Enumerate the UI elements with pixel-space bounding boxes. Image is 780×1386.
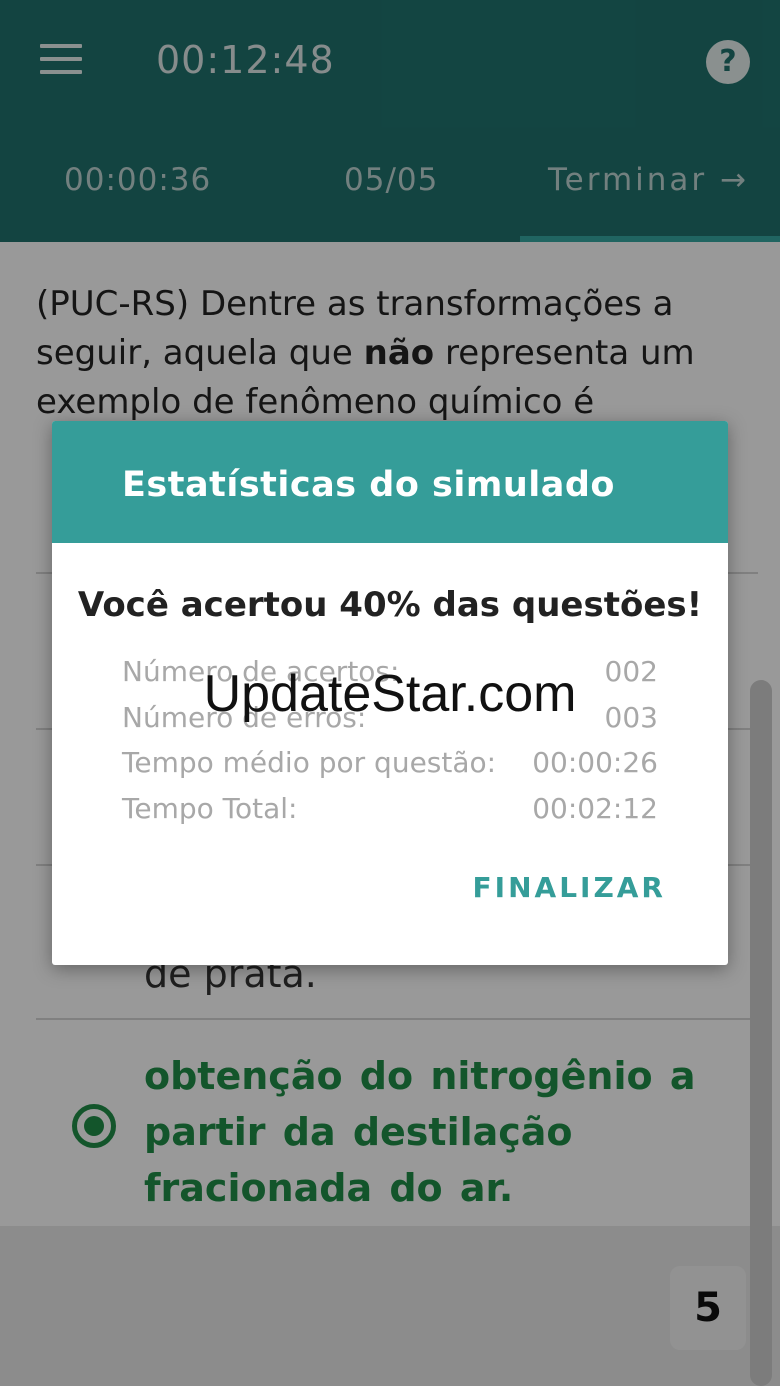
stat-row-total-time: Tempo Total: 00:02:12 — [122, 792, 658, 832]
stat-label: Tempo médio por questão: — [122, 746, 497, 779]
stat-value: 00:02:12 — [532, 792, 658, 825]
stat-value: 00:00:26 — [532, 746, 658, 779]
stat-row-average-time: Tempo médio por questão: 00:00:26 — [122, 746, 658, 786]
stat-label: Tempo Total: — [122, 792, 298, 825]
dialog-title: Estatísticas do simulado — [122, 465, 615, 505]
score-message: Você acertou 40% das questões! — [77, 585, 703, 625]
finalizar-button[interactable]: FINALIZAR — [473, 871, 666, 904]
watermark-text: UpdateStar.com — [203, 665, 577, 723]
